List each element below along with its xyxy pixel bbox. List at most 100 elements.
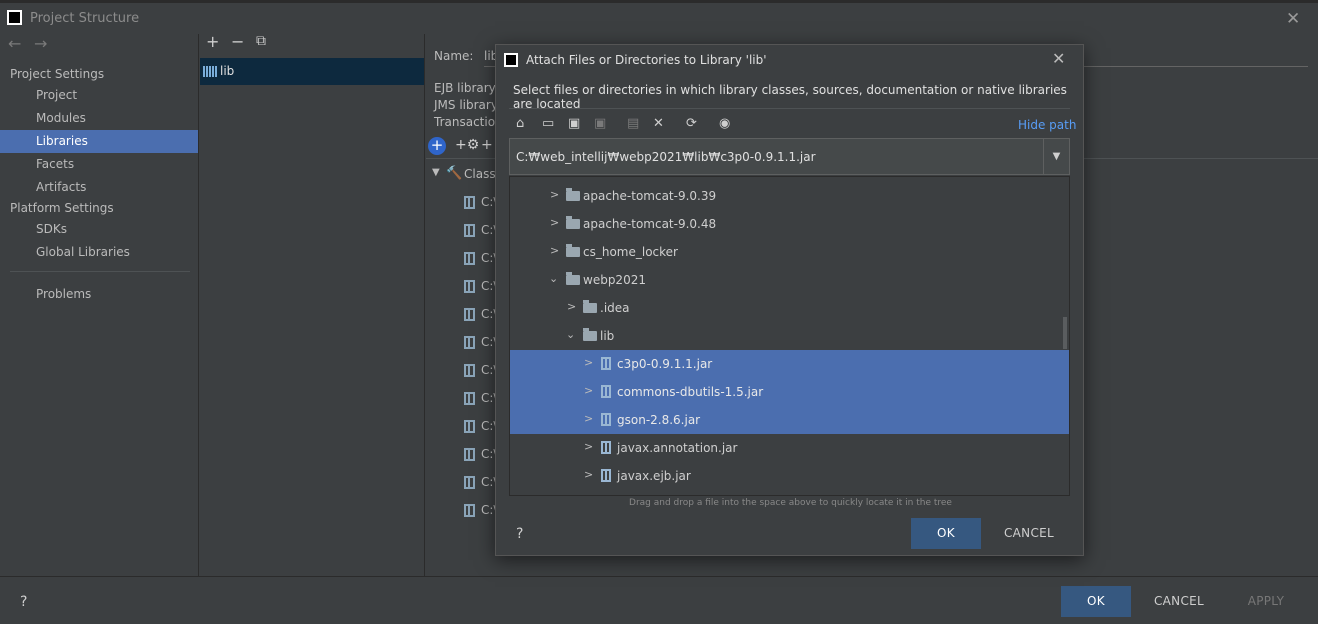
library-name: lib bbox=[220, 64, 235, 78]
tree-row-label: cs_home_locker bbox=[583, 245, 678, 259]
sidebar-item-artifacts[interactable]: Artifacts bbox=[0, 176, 198, 199]
folder-icon bbox=[566, 272, 580, 285]
jar-icon bbox=[464, 448, 475, 461]
dialog-cancel-button[interactable]: CANCEL bbox=[993, 518, 1065, 549]
tree-row-label: gson-2.8.6.jar bbox=[617, 413, 701, 427]
new-folder-icon[interactable]: ▤ bbox=[627, 116, 639, 131]
tree-row-label: javax.annotation.jar bbox=[617, 441, 738, 455]
tree-row-jar[interactable]: > javax.ejb.jar bbox=[510, 462, 1069, 490]
sidebar-item-project[interactable]: Project bbox=[0, 84, 198, 107]
back-arrow-icon[interactable]: ← bbox=[8, 34, 21, 53]
jar-icon bbox=[601, 469, 611, 482]
tree-row-label: commons-dbutils-1.5.jar bbox=[617, 385, 764, 399]
home-icon[interactable]: ⌂ bbox=[516, 116, 524, 131]
add-root-icon[interactable]: + bbox=[428, 137, 446, 155]
tree-row-label: apache-tomcat-9.0.39 bbox=[583, 189, 717, 203]
tree-row-folder[interactable]: ⌄ webp2021 bbox=[510, 266, 1069, 294]
sidebar-item-problems[interactable]: Problems bbox=[0, 283, 198, 306]
remove-library-icon[interactable]: − bbox=[231, 32, 244, 51]
tree-row-folder[interactable]: > apache-tomcat-9.0.48 bbox=[510, 210, 1069, 238]
chevron-down-icon[interactable]: ▼ bbox=[432, 167, 440, 178]
jar-icon bbox=[464, 364, 475, 377]
add-item-icon[interactable]: + bbox=[481, 137, 493, 153]
sidebar-divider bbox=[10, 271, 190, 272]
file-tree[interactable]: > apache-tomcat-9.0.39 > apache-tomcat-9… bbox=[509, 176, 1070, 496]
chevron-right-icon[interactable]: > bbox=[584, 440, 594, 453]
sidebar-item-libraries[interactable]: Libraries bbox=[0, 130, 198, 153]
folder-icon bbox=[566, 216, 580, 229]
folder-icon bbox=[566, 244, 580, 257]
tree-row-label: lib bbox=[600, 329, 615, 343]
path-input[interactable]: C:₩web_intellij₩webp2021₩lib₩c3p0-0.9.1.… bbox=[509, 138, 1070, 175]
hide-path-link[interactable]: Hide path bbox=[1018, 118, 1076, 132]
dialog-ok-button[interactable]: OK bbox=[911, 518, 981, 549]
sidebar-item-facets[interactable]: Facets bbox=[0, 153, 198, 176]
chevron-right-icon[interactable]: > bbox=[584, 356, 594, 369]
tree-row-label: javax.ejb.jar bbox=[617, 469, 691, 483]
delete-icon[interactable]: ✕ bbox=[653, 116, 664, 131]
copy-library-icon[interactable]: ⧉ bbox=[256, 33, 266, 49]
tree-row-folder[interactable]: > cs_home_locker bbox=[510, 238, 1069, 266]
close-dialog-icon[interactable]: ✕ bbox=[1052, 49, 1065, 68]
attach-files-dialog: Attach Files or Directories to Library '… bbox=[495, 44, 1084, 556]
drag-drop-hint: Drag and drop a file into the space abov… bbox=[629, 498, 952, 508]
tree-row-jar[interactable]: > gson-2.8.6.jar bbox=[510, 406, 1069, 434]
forward-arrow-icon[interactable]: → bbox=[34, 34, 47, 53]
dialog-title: Attach Files or Directories to Library '… bbox=[526, 53, 767, 67]
tree-row-label: c3p0-0.9.1.1.jar bbox=[617, 357, 713, 371]
jar-icon bbox=[601, 441, 611, 454]
sidebar-item-global-libraries[interactable]: Global Libraries bbox=[0, 241, 198, 264]
sidebar-item-modules[interactable]: Modules bbox=[0, 107, 198, 130]
title-bar: Project Structure ✕ bbox=[0, 0, 1318, 34]
folder-icon bbox=[566, 188, 580, 201]
chevron-down-icon[interactable]: ⌄ bbox=[566, 328, 576, 341]
refresh-icon[interactable]: ⟳ bbox=[686, 116, 697, 131]
classes-icon: 🔨 bbox=[446, 166, 463, 181]
cancel-button[interactable]: CANCEL bbox=[1143, 586, 1215, 617]
chevron-right-icon[interactable]: > bbox=[550, 188, 560, 201]
chevron-right-icon[interactable]: > bbox=[584, 468, 594, 481]
tree-row-jar[interactable]: > javax.annotation.jar bbox=[510, 434, 1069, 462]
close-window-icon[interactable]: ✕ bbox=[1286, 9, 1300, 29]
add-spec-icon[interactable]: +⚙ bbox=[455, 137, 479, 153]
tree-row-label: .idea bbox=[600, 301, 630, 315]
tree-row-folder[interactable]: > apache-tomcat-9.0.39 bbox=[510, 182, 1069, 210]
module-folder-icon[interactable]: ▣ bbox=[594, 116, 606, 131]
ok-button[interactable]: OK bbox=[1061, 586, 1131, 617]
transaction-label: Transaction bbox=[434, 115, 503, 129]
tree-row-jar[interactable]: > c3p0-0.9.1.1.jar bbox=[510, 350, 1069, 378]
tree-scrollbar[interactable] bbox=[1063, 317, 1067, 349]
chevron-right-icon[interactable]: > bbox=[567, 300, 577, 313]
section-platform-settings: Platform Settings bbox=[10, 201, 114, 215]
library-list-item[interactable]: lib bbox=[200, 58, 424, 85]
settings-sidebar: Project Settings Project Modules Librari… bbox=[0, 60, 198, 576]
desktop-icon[interactable]: ▭ bbox=[542, 116, 554, 131]
dialog-help-button[interactable]: ? bbox=[516, 526, 523, 542]
chevron-down-icon[interactable]: ▼ bbox=[1043, 139, 1069, 174]
jar-icon bbox=[464, 196, 475, 209]
ejb-library-label: EJB library bbox=[434, 81, 496, 95]
chevron-right-icon[interactable]: > bbox=[584, 412, 594, 425]
help-button[interactable]: ? bbox=[20, 594, 27, 610]
library-icon bbox=[203, 66, 217, 77]
tree-row-jar[interactable]: > commons-dbutils-1.5.jar bbox=[510, 378, 1069, 406]
list-separator bbox=[424, 34, 425, 576]
sidebar-item-sdks[interactable]: SDKs bbox=[0, 218, 198, 241]
add-library-icon[interactable]: + bbox=[206, 32, 219, 51]
jar-icon bbox=[464, 280, 475, 293]
chevron-right-icon[interactable]: > bbox=[584, 384, 594, 397]
chevron-right-icon[interactable]: > bbox=[550, 216, 560, 229]
chevron-down-icon[interactable]: ⌄ bbox=[549, 272, 559, 285]
project-folder-icon[interactable]: ▣ bbox=[568, 116, 580, 131]
intellij-logo-icon bbox=[504, 53, 518, 67]
chevron-right-icon[interactable]: > bbox=[550, 244, 560, 257]
tree-row-label: webp2021 bbox=[583, 273, 646, 287]
jar-icon bbox=[464, 336, 475, 349]
jar-icon bbox=[601, 385, 611, 398]
apply-button[interactable]: APPLY bbox=[1230, 586, 1302, 617]
show-hidden-icon[interactable]: ◉ bbox=[719, 116, 730, 131]
tree-row-folder[interactable]: ⌄ lib bbox=[510, 322, 1069, 350]
intellij-logo-icon bbox=[7, 10, 22, 25]
jms-library-label: JMS library bbox=[434, 98, 498, 112]
tree-row-folder[interactable]: > .idea bbox=[510, 294, 1069, 322]
